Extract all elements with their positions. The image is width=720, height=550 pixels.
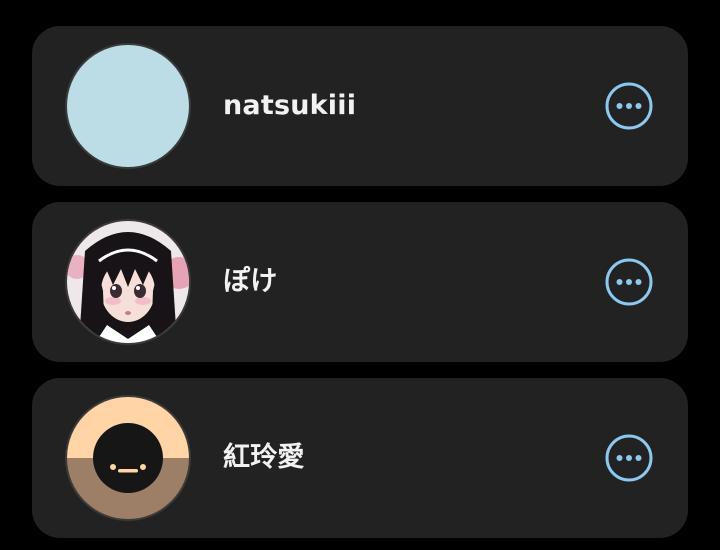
more-options-icon xyxy=(605,258,653,306)
avatar[interactable] xyxy=(65,43,191,169)
user-list: natsukiii ぽけ 紅玲愛 xyxy=(0,0,720,550)
default-face-avatar-image xyxy=(67,397,189,519)
more-options-icon xyxy=(605,82,653,130)
more-options-button[interactable] xyxy=(605,82,653,130)
username: ぽけ xyxy=(223,266,278,297)
avatar[interactable] xyxy=(65,395,191,521)
anime-portrait-image xyxy=(67,221,189,343)
user-card[interactable]: 紅玲愛 xyxy=(32,378,688,538)
user-card[interactable]: ぽけ xyxy=(32,202,688,362)
more-options-button[interactable] xyxy=(605,434,653,482)
username: natsukiii xyxy=(223,90,357,121)
username: 紅玲愛 xyxy=(223,442,305,473)
avatar[interactable] xyxy=(65,219,191,345)
user-card[interactable]: natsukiii xyxy=(32,26,688,186)
more-options-button[interactable] xyxy=(605,258,653,306)
avatar-placeholder-image xyxy=(67,45,189,167)
more-options-icon xyxy=(605,434,653,482)
